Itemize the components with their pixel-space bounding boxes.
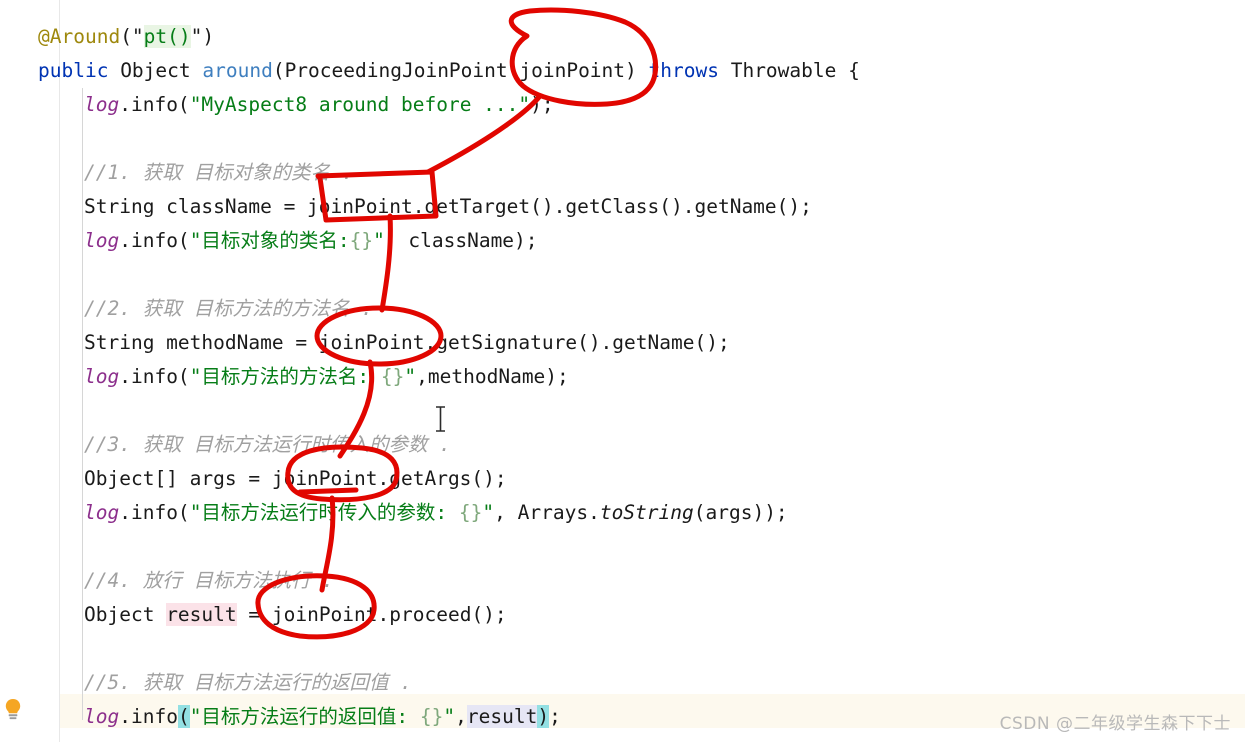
token-15-5: , Arrays.	[494, 501, 600, 524]
code-line-6[interactable]: String className = joinPoint.getTarget()…	[0, 190, 812, 224]
code-line-7[interactable]: log.info("目标对象的类名:{}", className);	[0, 224, 538, 258]
token-7-4: "	[373, 229, 385, 252]
token-18-1: result	[166, 603, 237, 626]
token-15-2: "目标方法运行时传入的参数:	[189, 501, 459, 524]
token-11-3: {}	[380, 365, 405, 388]
token-7-3: {}	[349, 229, 374, 252]
code-line-15[interactable]: log.info("目标方法运行时传入的参数: {}", Arrays.toSt…	[0, 496, 788, 530]
code-line-5[interactable]: //1. 获取 目标对象的类名 .	[0, 156, 353, 190]
token-21-3: "目标方法运行的返回值:	[189, 705, 420, 728]
token-3-1: .info(	[119, 93, 190, 116]
token-20-0: //5. 获取 目标方法运行的返回值 .	[84, 671, 412, 694]
code-line-14[interactable]: Object[] args = joinPoint.getArgs();	[0, 462, 507, 496]
token-1-2: pt()	[143, 25, 191, 48]
token-11-2: "目标方法的方法名:	[189, 365, 381, 388]
code-line-1[interactable]: @Around("pt()")	[0, 20, 214, 54]
code-line-19[interactable]	[0, 632, 96, 666]
token-21-6: ,	[455, 705, 467, 728]
token-5-0: //1. 获取 目标对象的类名 .	[84, 161, 354, 184]
token-21-8: )	[537, 705, 550, 728]
token-11-4: "	[404, 365, 417, 388]
token-1-0: @Around	[38, 25, 121, 48]
token-15-0: log	[84, 501, 120, 524]
token-6-0: String className = joinPoint.getTarget()…	[84, 195, 812, 218]
code-line-13[interactable]: //3. 获取 目标方法运行时传入的参数 .	[0, 428, 451, 462]
token-7-5: , className);	[384, 229, 538, 252]
token-11-1: .info(	[119, 365, 190, 388]
token-3-2: "MyAspect8 around before ..."	[189, 93, 531, 116]
token-15-6: toString	[599, 501, 694, 524]
token-11-5: ,methodName);	[416, 365, 569, 388]
token-21-5: "	[443, 705, 456, 728]
token-10-0: String methodName = joinPoint.getSignatu…	[84, 331, 730, 354]
token-21-0: log	[84, 705, 120, 728]
token-7-0: log	[84, 229, 120, 252]
token-15-7: (args));	[693, 501, 788, 524]
token-18-0: Object	[84, 603, 167, 626]
token-7-1: .info(	[119, 229, 190, 252]
token-7-2: "目标对象的类名:	[189, 229, 350, 252]
code-line-21[interactable]: log.info("目标方法运行的返回值: {}",result);	[0, 700, 561, 734]
code-line-9[interactable]: //2. 获取 目标方法的方法名 .	[0, 292, 373, 326]
code-line-11[interactable]: log.info("目标方法的方法名: {}",methodName);	[0, 360, 569, 394]
code-line-20[interactable]: //5. 获取 目标方法运行的返回值 .	[0, 666, 412, 700]
token-1-3: ")	[190, 25, 215, 48]
token-2-4: throws	[648, 59, 719, 82]
token-2-5: Throwable {	[718, 59, 860, 82]
token-21-9: ;	[549, 705, 561, 728]
token-15-3: {}	[458, 501, 483, 524]
token-1-1: ("	[120, 25, 144, 48]
code-line-3[interactable]: log.info("MyAspect8 around before ...");	[0, 88, 554, 122]
token-18-2: = joinPoint.proceed();	[236, 603, 507, 626]
token-2-3: (ProceedingJoinPoint joinPoint)	[272, 59, 649, 82]
token-21-7: result	[466, 705, 538, 728]
token-9-0: //2. 获取 目标方法的方法名 .	[84, 297, 373, 320]
token-21-2: (	[177, 705, 190, 728]
code-line-17[interactable]: //4. 放行 目标方法执行 .	[0, 564, 334, 598]
token-15-1: .info(	[119, 501, 190, 524]
token-11-0: log	[84, 365, 120, 388]
code-line-2[interactable]: public Object around(ProceedingJoinPoint…	[0, 54, 860, 88]
token-15-4: "	[482, 501, 495, 524]
code-line-4[interactable]	[0, 122, 96, 156]
token-21-1: .info	[119, 705, 178, 728]
token-13-0: //3. 获取 目标方法运行时传入的参数 .	[84, 433, 451, 456]
token-2-2: around	[202, 59, 273, 82]
token-17-0: //4. 放行 目标方法执行 .	[84, 569, 334, 592]
token-3-0: log	[84, 93, 120, 116]
code-line-10[interactable]: String methodName = joinPoint.getSignatu…	[0, 326, 730, 360]
token-21-4: {}	[419, 705, 444, 728]
code-editor[interactable]: @Around("pt()") public Object around(Proc…	[0, 0, 1245, 742]
code-line-12[interactable]	[0, 394, 96, 428]
csdn-watermark: CSDN @二年级学生森下下士	[999, 714, 1231, 734]
token-14-0: Object[] args = joinPoint.getArgs();	[84, 467, 507, 490]
text-ibeam-cursor	[434, 406, 447, 432]
token-2-1: Object	[108, 59, 203, 82]
token-2-0: public	[38, 59, 109, 82]
code-line-8[interactable]	[0, 258, 96, 292]
code-line-16[interactable]	[0, 530, 96, 564]
token-3-3: );	[530, 93, 554, 116]
code-line-18[interactable]: Object result = joinPoint.proceed();	[0, 598, 507, 632]
